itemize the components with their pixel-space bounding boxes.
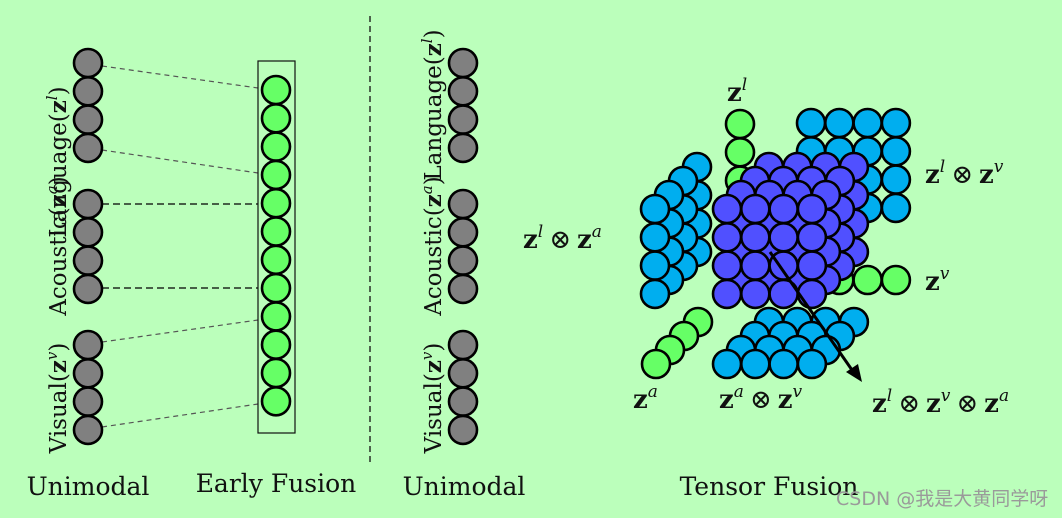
bimodal-node-zl-zv bbox=[852, 107, 883, 139]
unimodal-node-acoustic-left bbox=[72, 217, 104, 248]
caption-unimodal-right: Unimodal bbox=[403, 472, 526, 501]
unimodal-node-visual-right bbox=[447, 329, 479, 361]
early-fusion-node bbox=[260, 357, 292, 389]
tensor-fusion-diagram: Language(zl) Acoustic(za) Visual(zv) Lan… bbox=[27, 16, 1048, 510]
line-visual-bottom bbox=[101, 403, 259, 428]
bimodal-node-zl-za bbox=[639, 222, 671, 253]
early-fusion-node bbox=[260, 74, 292, 106]
bimodal-node-za-zv bbox=[739, 348, 771, 380]
label-zv: zv bbox=[925, 264, 950, 297]
svg-text:Language(zl): Language(zl) bbox=[418, 29, 447, 180]
unimodal-node-acoustic-left bbox=[72, 245, 104, 276]
trimodal-node bbox=[711, 250, 743, 281]
svg-text:Visual(zv): Visual(zv) bbox=[418, 343, 447, 455]
label-zl: zl bbox=[727, 75, 747, 108]
early-fusion-node bbox=[260, 272, 292, 304]
unimodal-node-language-right bbox=[447, 132, 479, 164]
early-fusion-node bbox=[260, 103, 292, 134]
unimodal-node-visual-left bbox=[72, 386, 104, 417]
trimodal-node bbox=[796, 250, 828, 281]
unimodal-node-language-right bbox=[447, 76, 479, 107]
vector-node-zv bbox=[852, 264, 883, 296]
trimodal-node bbox=[711, 222, 743, 253]
trimodal-node bbox=[739, 222, 771, 253]
label-za: za bbox=[633, 382, 658, 415]
svg-text:Acoustic(za): Acoustic(za) bbox=[418, 176, 447, 316]
trimodal-node bbox=[768, 193, 799, 225]
unimodal-node-visual-left bbox=[72, 414, 104, 446]
label-visual-right: Visual(zv) bbox=[418, 343, 447, 455]
trimodal-node bbox=[711, 278, 743, 310]
trimodal-node bbox=[739, 250, 771, 281]
bimodal-node-zl-zv bbox=[795, 107, 827, 139]
bimodal-node-za-zv bbox=[796, 348, 828, 380]
vector-node-zl bbox=[724, 137, 756, 168]
connection-lines bbox=[101, 65, 259, 428]
caption-tensor-fusion: Tensor Fusion bbox=[680, 472, 859, 501]
unimodal-node-language-right bbox=[447, 47, 479, 79]
unimodal-node-visual-right bbox=[447, 386, 479, 417]
unimodal-node-language-left bbox=[72, 104, 104, 135]
trimodal-node bbox=[796, 278, 828, 310]
vector-node-za bbox=[640, 348, 672, 380]
bimodal-node-zl-zv bbox=[880, 192, 912, 224]
bimodal-node-zl-zv bbox=[880, 107, 912, 139]
unimodal-node-acoustic-right bbox=[447, 273, 479, 305]
vector-node-zv bbox=[880, 264, 912, 296]
early-fusion-node bbox=[260, 131, 292, 162]
watermark: CSDN @我是大黄同学呀 bbox=[836, 488, 1048, 510]
unimodal-node-language-left bbox=[72, 47, 104, 79]
trimodal-node bbox=[768, 222, 799, 253]
unimodal-node-acoustic-right bbox=[447, 245, 479, 276]
label-acoustic-left: Acoustic(za) bbox=[43, 176, 72, 316]
bimodal-node-zl-za bbox=[639, 250, 671, 281]
svg-text:Acoustic(za): Acoustic(za) bbox=[43, 176, 72, 316]
trimodal-node bbox=[739, 278, 771, 310]
trimodal-node bbox=[796, 222, 828, 253]
bimodal-node-za-zv bbox=[711, 348, 743, 380]
unimodal-node-language-right bbox=[447, 104, 479, 135]
early-fusion-node bbox=[260, 301, 292, 332]
unimodal-node-acoustic-right bbox=[447, 188, 479, 220]
label-zl-otimes-zv: zl ⊗ zv bbox=[925, 157, 1004, 190]
unimodal-node-acoustic-right bbox=[447, 217, 479, 248]
bimodal-node-za-zv bbox=[768, 348, 799, 380]
unimodal-node-visual-left bbox=[72, 357, 104, 389]
caption-unimodal-left: Unimodal bbox=[27, 472, 150, 501]
label-zl-otimes-zv-otimes-za: zl ⊗ zv ⊗ za bbox=[872, 386, 1009, 419]
caption-early-fusion: Early Fusion bbox=[196, 469, 357, 498]
trimodal-node bbox=[711, 193, 743, 225]
unimodal-node-visual-right bbox=[447, 414, 479, 446]
bimodal-node-zl-za bbox=[639, 193, 671, 225]
trimodal-node bbox=[739, 193, 771, 225]
line-visual-top bbox=[101, 319, 259, 343]
line-language-bottom bbox=[101, 149, 259, 174]
vector-node-zl bbox=[724, 108, 756, 140]
label-zl-otimes-za: zl ⊗ za bbox=[523, 222, 602, 255]
unimodal-node-acoustic-left bbox=[72, 188, 104, 220]
label-visual-left: Visual(zv) bbox=[43, 343, 72, 455]
bimodal-node-zl-za bbox=[639, 278, 671, 310]
unimodal-node-visual-left bbox=[72, 329, 104, 361]
unimodal-node-visual-right bbox=[447, 357, 479, 389]
bimodal-node-zl-zv bbox=[880, 164, 912, 195]
early-fusion-node bbox=[260, 385, 292, 417]
early-fusion-node bbox=[260, 216, 292, 247]
early-fusion-node bbox=[260, 187, 292, 219]
trimodal-node bbox=[796, 193, 828, 225]
unimodal-node-language-left bbox=[72, 76, 104, 107]
unimodal-node-acoustic-left bbox=[72, 273, 104, 305]
bimodal-node-zl-zv bbox=[880, 136, 912, 167]
label-za-otimes-zv: za ⊗ zv bbox=[719, 382, 802, 415]
early-fusion-node bbox=[260, 244, 292, 276]
svg-text:Visual(zv): Visual(zv) bbox=[43, 343, 72, 455]
label-acoustic-right: Acoustic(za) bbox=[418, 176, 447, 316]
line-language-top bbox=[101, 65, 259, 89]
early-fusion-node bbox=[260, 329, 292, 361]
early-fusion-node bbox=[260, 159, 292, 191]
bimodal-node-zl-zv bbox=[823, 107, 855, 139]
unimodal-node-language-left bbox=[72, 132, 104, 164]
label-language-right: Language(zl) bbox=[418, 29, 447, 180]
